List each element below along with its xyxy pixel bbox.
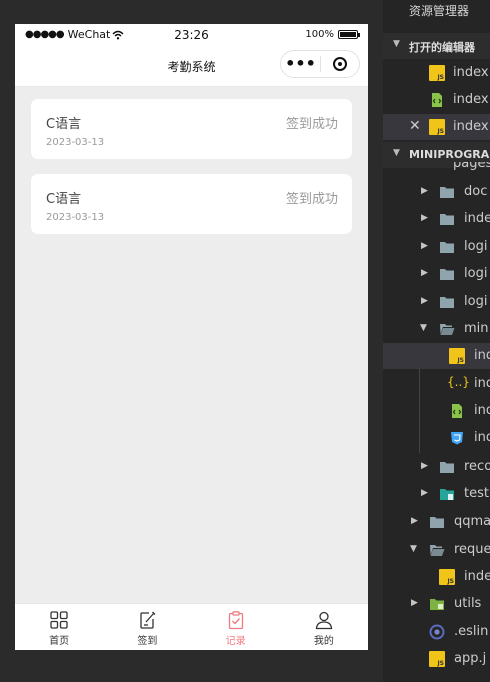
file-explorer: 资源管理器 ▼ 打开的编辑器 JS index index ✕ JS index… (383, 0, 490, 682)
capsule-menu: ••• (280, 50, 360, 78)
wxml-file-icon (432, 93, 442, 107)
phone-simulator: ●●●●● WeChat 23:26 100% 考勤系统 ••• C语言 签到成 (15, 24, 368, 650)
tree-folder[interactable]: ▶ qqma (383, 509, 490, 535)
tree-file[interactable]: .eslin (383, 619, 490, 645)
tree-folder[interactable]: ▶ inde (383, 206, 490, 232)
tab-label: 我的 (313, 636, 334, 647)
js-file-icon: JS (439, 569, 455, 585)
tree-folder[interactable]: ▶ doc (383, 179, 490, 205)
chevron-right-icon: ▶ (421, 186, 428, 196)
tab-label: 记录 (225, 636, 246, 647)
tree-file[interactable]: ind (383, 425, 490, 451)
tree-folder[interactable]: ▶ logi (383, 234, 490, 260)
record-list: C语言 签到成功 2023-03-13 C语言 签到成功 2023-03-13 (15, 87, 368, 603)
close-circle-icon (332, 57, 347, 71)
chevron-right-icon: ▶ (421, 268, 428, 278)
tree-folder[interactable]: ▶ reco (383, 454, 490, 480)
folder-icon (440, 462, 454, 473)
chevron-right-icon: ▶ (411, 516, 418, 526)
folder-icon (440, 187, 454, 198)
js-file-icon: JS (449, 348, 465, 364)
chevron-down-icon: ▼ (393, 39, 400, 49)
record-course: C语言 (46, 117, 82, 132)
battery-percent: 100% (305, 29, 334, 40)
chevron-right-icon: ▶ (411, 598, 418, 608)
folder-open-icon (440, 324, 455, 335)
record-date: 2023-03-13 (46, 212, 105, 223)
edit-icon (140, 611, 156, 629)
record-status: 签到成功 (285, 192, 338, 207)
record-date: 2023-03-13 (46, 137, 105, 148)
js-file-icon: JS (429, 651, 445, 667)
status-bar: ●●●●● WeChat 23:26 100% (15, 24, 368, 46)
tree-folder-open[interactable]: ▼ min (383, 316, 490, 342)
clipboard-check-icon (228, 611, 243, 630)
tree-file[interactable]: {..} ind (383, 371, 490, 397)
tab-checkin[interactable]: 签到 (103, 604, 191, 650)
tab-records[interactable]: 记录 (192, 604, 280, 650)
tab-bar: 首页 签到 记录 我的 (15, 603, 368, 650)
tree-file[interactable]: JS app.j (383, 646, 490, 672)
open-editor-item[interactable]: index (383, 87, 490, 113)
record-card[interactable]: C语言 签到成功 2023-03-13 (31, 174, 352, 234)
tree-item[interactable]: pages (383, 162, 490, 176)
open-editor-item-active[interactable]: ✕ JS index (383, 114, 490, 140)
record-status: 签到成功 (285, 117, 338, 132)
open-editors-section[interactable]: ▼ 打开的编辑器 (383, 33, 490, 59)
open-editor-item[interactable]: JS index (383, 60, 490, 86)
chevron-right-icon: ▶ (421, 461, 428, 471)
explorer-title: 资源管理器 (409, 4, 470, 18)
tree-folder-open[interactable]: ▼ reque (383, 537, 490, 563)
css-file-icon (451, 432, 463, 445)
folder-icon (440, 242, 454, 253)
grid-icon (50, 611, 68, 629)
user-icon (315, 611, 333, 630)
folder-open-icon (430, 545, 445, 556)
eslint-file-icon (429, 624, 445, 640)
chevron-down-icon: ▼ (410, 544, 417, 554)
js-file-icon: JS (429, 65, 445, 81)
close-icon[interactable]: ✕ (409, 118, 421, 134)
tree-file-selected[interactable]: JS ind (383, 343, 490, 369)
folder-icon (440, 214, 454, 225)
more-icon[interactable]: ••• (281, 56, 320, 72)
close-miniprogram-button[interactable] (321, 57, 359, 71)
tab-profile[interactable]: 我的 (280, 604, 368, 650)
folder-icon (440, 297, 454, 308)
chevron-right-icon: ▶ (421, 213, 428, 223)
tree-folder[interactable]: ▶ test (383, 481, 490, 507)
tree-file[interactable]: ind (383, 398, 490, 424)
tab-home[interactable]: 首页 (15, 604, 103, 650)
tree-folder[interactable]: ▶ logi (383, 289, 490, 315)
folder-icon (430, 517, 444, 528)
chevron-right-icon: ▶ (421, 241, 428, 251)
battery-icon (338, 30, 360, 39)
test-folder-icon (440, 489, 454, 500)
json-file-icon: {..} (447, 375, 470, 389)
navigation-bar: 考勤系统 ••• (15, 46, 368, 87)
tab-label: 首页 (49, 636, 70, 647)
utils-folder-icon (430, 599, 444, 610)
js-file-icon: JS (429, 119, 445, 135)
tree-folder[interactable]: ▶ logi (383, 261, 490, 287)
wxml-file-icon (452, 404, 462, 418)
record-course: C语言 (46, 192, 82, 207)
tree-folder[interactable]: ▶ utils (383, 591, 490, 617)
tree-file[interactable]: JS inde (383, 564, 490, 590)
chevron-down-icon: ▼ (393, 148, 400, 158)
chevron-right-icon: ▶ (421, 488, 428, 498)
folder-icon (440, 269, 454, 280)
record-card[interactable]: C语言 签到成功 2023-03-13 (31, 99, 352, 159)
tab-label: 签到 (137, 636, 158, 647)
chevron-down-icon: ▼ (420, 323, 427, 333)
chevron-right-icon: ▶ (421, 296, 428, 306)
